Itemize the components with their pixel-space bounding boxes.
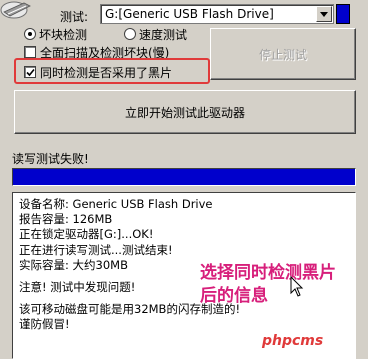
status-indicator [336, 4, 350, 24]
log-line: 正在锁定驱动器[G:]...OK! [19, 227, 154, 242]
drive-select[interactable]: G:[Generic USB Flash Drive] [100, 4, 334, 24]
drive-select-value: G:[Generic USB Flash Drive] [105, 7, 274, 21]
log-line: 正在进行读写测试...测试结束! [19, 242, 173, 257]
radio-bad-block[interactable]: 坏块检测 [24, 26, 87, 42]
highlight-annotation-box [14, 58, 210, 84]
app-logo [0, 0, 36, 22]
log-line: 设备名称: Generic USB Flash Drive [19, 197, 213, 211]
radio-speed-test[interactable]: 速度测试 [124, 26, 187, 42]
annotation-line-1: 选择同时检测黑片 [200, 263, 336, 283]
log-line: 报告容量: 126MB [19, 212, 113, 227]
start-test-button[interactable]: 立即开始测试此驱动器 [14, 90, 356, 134]
mouse-pointer-icon [290, 275, 304, 301]
radio-speed-test-control[interactable] [124, 28, 136, 40]
status-label: 读写测试失败! [12, 152, 89, 166]
annotation-line-2: 后的信息 [200, 286, 268, 306]
radio-bad-block-label: 坏块检测 [39, 27, 88, 42]
radio-speed-test-label: 速度测试 [139, 27, 188, 42]
log-line: 谨防假冒! [19, 317, 70, 332]
test-label: 测试: [60, 10, 89, 24]
watermark: phpcms [262, 333, 324, 349]
full-scan-checkbox[interactable] [24, 46, 36, 58]
annotation-text: 选择同时检测黑片 后的信息 [200, 262, 336, 308]
radio-bad-block-control[interactable] [24, 28, 36, 40]
chevron-down-icon[interactable] [316, 6, 332, 22]
stop-test-button[interactable]: 停止测试 [210, 28, 356, 80]
progress-bar [12, 168, 356, 186]
